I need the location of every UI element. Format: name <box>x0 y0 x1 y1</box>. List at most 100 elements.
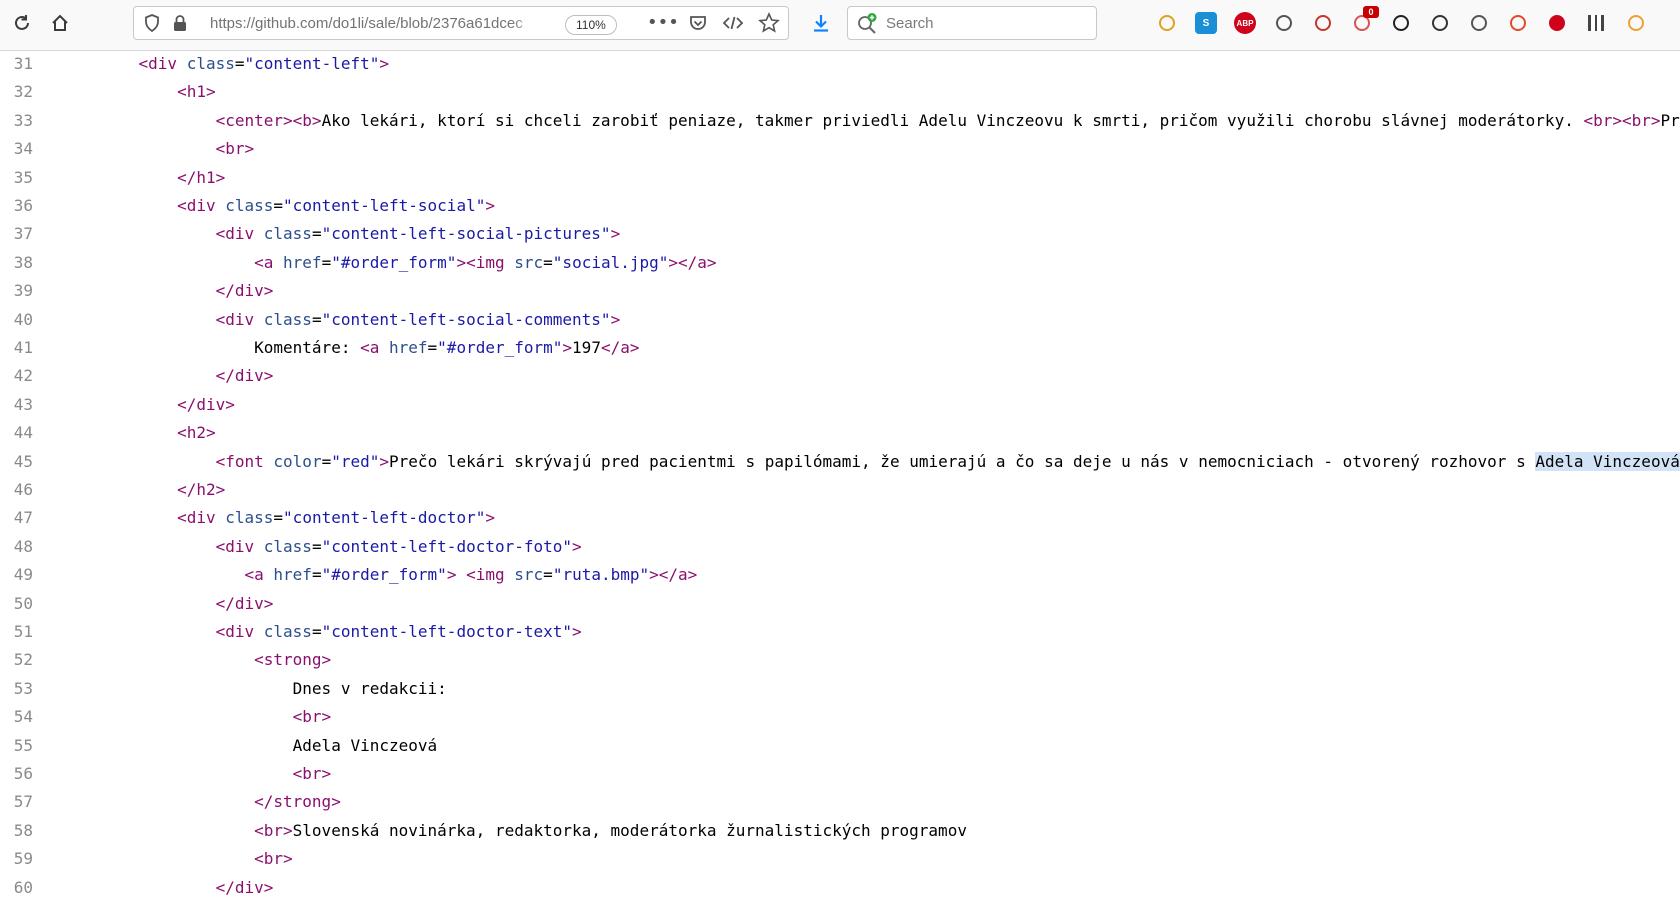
source-line: 54 <br> <box>0 704 1680 732</box>
barcode-icon[interactable] <box>1585 12 1607 34</box>
source-code-text: </div> <box>215 366 274 386</box>
view-source-content: 31 <div class="content-left"> 32 <h1> 33 <… <box>0 51 1680 902</box>
bookmark-star-icon[interactable] <box>758 12 780 34</box>
source-line: 60 </div> <box>0 875 1680 903</box>
line-number: 32 <box>13 82 33 102</box>
source-line: 46 </h2> <box>0 477 1680 505</box>
source-line: 40 <div class="content-left-social-comme… <box>0 307 1680 335</box>
home-button[interactable] <box>46 9 74 37</box>
line-number: 53 <box>13 678 33 698</box>
source-line: 33 <center><b>Ako lekári, ktorí si chcel… <box>0 108 1680 136</box>
line-number: 40 <box>13 309 33 329</box>
source-line: 52 <strong> <box>0 647 1680 675</box>
privacy-badger-icon[interactable]: 0 <box>1351 6 1379 34</box>
line-number: 37 <box>13 224 33 244</box>
source-code-text: <div class="content-left-doctor"> <box>177 508 495 528</box>
url-text[interactable]: https://github.com/do1li/sale/blob/2376a… <box>210 15 550 32</box>
view-source-icon[interactable] <box>722 13 744 33</box>
lock-icon[interactable] <box>170 13 190 33</box>
source-code-text: </strong> <box>254 792 341 812</box>
source-line: 37 <div class="content-left-social-pictu… <box>0 221 1680 249</box>
source-code-text: <br> <box>254 849 293 869</box>
source-line: 43 </div> <box>0 392 1680 420</box>
line-number: 43 <box>13 394 33 414</box>
line-number: 54 <box>13 707 33 727</box>
source-line: 59 <br> <box>0 846 1680 874</box>
line-number: 42 <box>13 366 33 386</box>
line-number: 47 <box>13 508 33 528</box>
source-code-text: </div> <box>215 593 274 613</box>
zoom-level-badge[interactable]: 110% <box>565 15 617 35</box>
line-number: 34 <box>13 139 33 159</box>
source-line: 47 <div class="content-left-doctor"> <box>0 505 1680 533</box>
shoe-extension-icon[interactable] <box>1156 12 1178 34</box>
line-number: 38 <box>13 252 33 272</box>
line-number: 36 <box>13 196 33 215</box>
reader-view-icon[interactable] <box>1273 12 1295 34</box>
source-code-text: <center><b>Ako lekári, ktorí si chceli z… <box>215 110 1680 130</box>
red-dot-icon[interactable] <box>1546 12 1568 34</box>
source-code-text: <br> <box>215 139 255 159</box>
line-number: 57 <box>13 792 33 812</box>
source-line: 55 Adela Vinczeová <box>0 733 1680 761</box>
url-bar[interactable]: https://github.com/do1li/sale/blob/2376a… <box>133 6 789 40</box>
downloads-button[interactable] <box>807 9 835 37</box>
source-line: 36 <div class="content-left-social"> <box>0 193 1680 221</box>
line-number: 51 <box>13 622 33 641</box>
pocket-icon[interactable] <box>688 13 708 33</box>
source-code-text: <a href="#order_form"><img src="social.j… <box>254 252 717 272</box>
reload-button[interactable] <box>8 9 36 37</box>
line-number: 56 <box>13 764 33 783</box>
line-number: 41 <box>13 338 33 357</box>
source-code-text: <div class="content-left-doctor-text"> <box>215 622 582 641</box>
source-code-text: <div class="content-left-social"> <box>177 196 495 215</box>
source-code-text: <div class="content-left-social-pictures… <box>215 224 621 244</box>
source-code-text: </div> <box>215 877 274 897</box>
source-code-text: Dnes v redakcii: <box>100 678 447 698</box>
source-code-text: <div class="content-left-social-comments… <box>215 309 621 329</box>
source-code-text: </h2> <box>177 480 226 499</box>
source-line: 49 <a href="#order_form"> <img src="ruta… <box>0 562 1680 590</box>
source-line: 34 <br> <box>0 136 1680 164</box>
line-number: 52 <box>13 650 33 670</box>
search-engine-icon[interactable] <box>856 12 878 34</box>
source-code-text: <a href="#order_form"> <img src="ruta.bm… <box>244 565 698 585</box>
source-code-text: <div class="content-left"> <box>138 54 390 73</box>
source-code-text: </div> <box>177 394 235 414</box>
source-line: 39 </div> <box>0 278 1680 306</box>
source-line: 57 </strong> <box>0 789 1680 817</box>
source-code-text: <h1> <box>177 82 216 102</box>
line-number: 44 <box>13 423 33 443</box>
source-line: 50 </div> <box>0 591 1680 619</box>
source-line: 42 </div> <box>0 363 1680 391</box>
page-actions-more-icon[interactable]: ••• <box>647 14 679 32</box>
source-code-text: </h1> <box>177 167 226 187</box>
source-line: 44 <h2> <box>0 420 1680 448</box>
bear-icon[interactable] <box>1429 12 1451 34</box>
paw-icon[interactable] <box>1390 12 1412 34</box>
adblock-plus-icon[interactable]: ABP <box>1234 12 1256 34</box>
tracking-protection-shield-icon[interactable] <box>142 13 162 33</box>
source-code-text: <h2> <box>177 423 216 443</box>
ghost-icon[interactable] <box>1468 12 1490 34</box>
source-code-text: <br>Slovenská novinárka, redaktorka, mod… <box>254 820 967 840</box>
home-icon <box>52 14 68 31</box>
line-number: 31 <box>13 54 33 73</box>
source-code-text: <font color="red">Prečo lekári skrývajú … <box>215 451 1680 471</box>
line-number: 55 <box>13 735 33 755</box>
search-box[interactable]: Search <box>847 6 1097 40</box>
line-number: 45 <box>13 451 33 471</box>
skype-icon[interactable]: S <box>1195 12 1217 34</box>
source-line: 53 Dnes v redakcii: <box>0 676 1680 704</box>
multicolor-balls-icon[interactable] <box>1312 12 1334 34</box>
source-line: 51 <div class="content-left-doctor-text"… <box>0 619 1680 647</box>
source-line: 41 Komentáre: <a href="#order_form">197<… <box>0 335 1680 363</box>
source-code-text: </div> <box>215 281 274 301</box>
source-code-text: <strong> <box>254 650 332 670</box>
source-code-text: Komentáre: <a href="#order_form">197</a> <box>100 338 640 357</box>
source-line: 56 <br> <box>0 761 1680 789</box>
chrome-style-icon[interactable] <box>1507 12 1529 34</box>
source-line: 58 <br>Slovenská novinárka, redaktorka, … <box>0 818 1680 846</box>
source-line: 38 <a href="#order_form"><img src="socia… <box>0 250 1680 278</box>
gift-icon[interactable] <box>1625 12 1647 34</box>
